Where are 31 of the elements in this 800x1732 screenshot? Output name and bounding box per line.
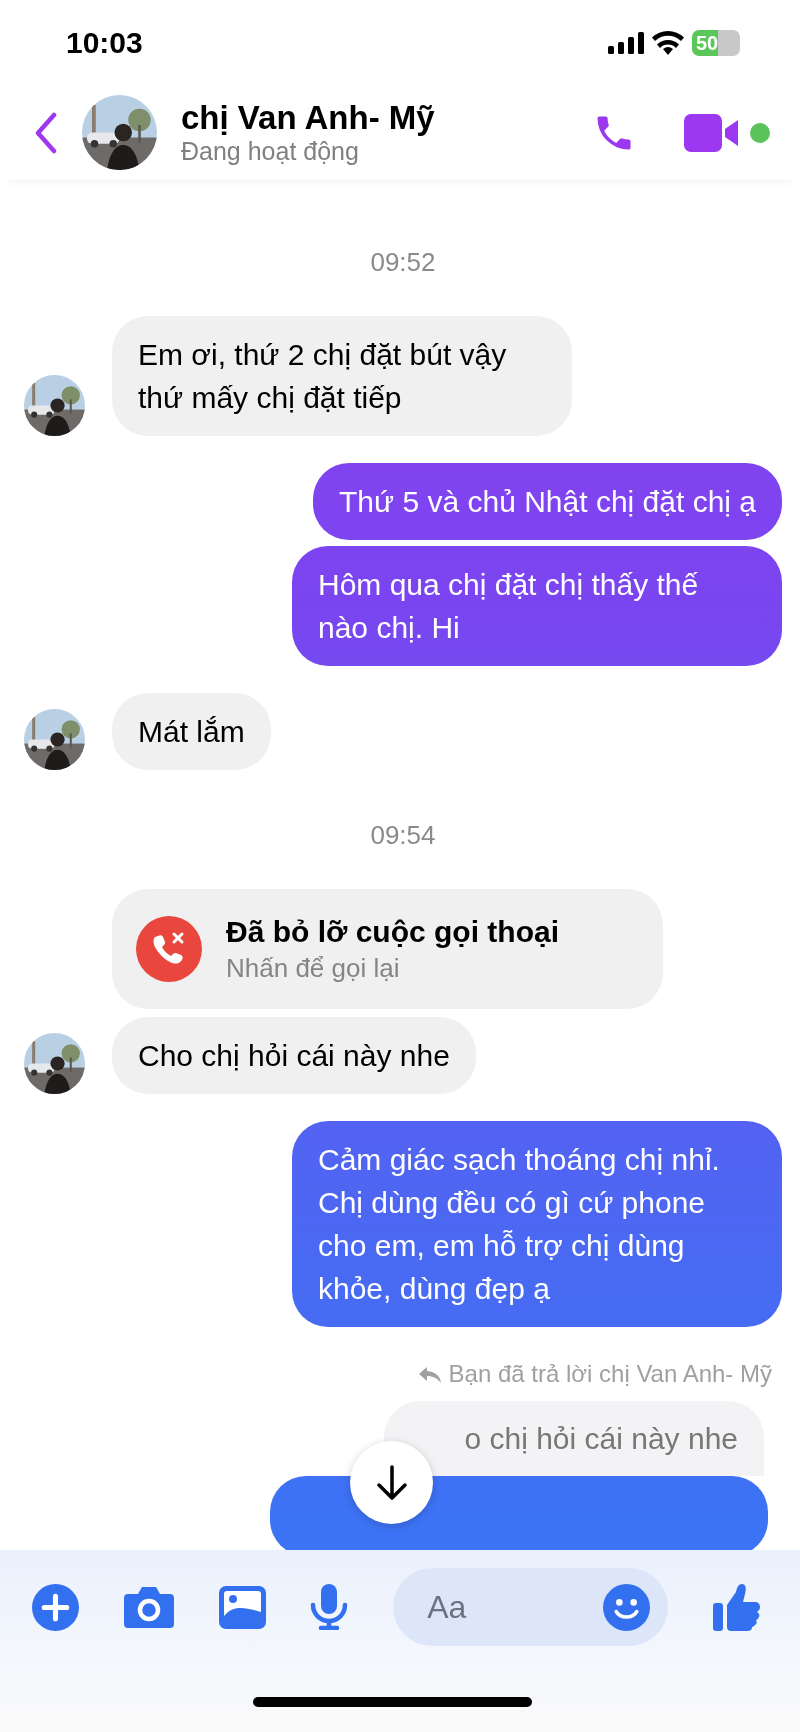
message-bubble: Thứ 5 và chủ Nhật chị đặt chị ạ: [313, 463, 782, 540]
battery-indicator: 50: [692, 29, 740, 56]
call-subtitle: Nhấn để gọi lại: [226, 952, 401, 985]
add-button[interactable]: [32, 1583, 79, 1631]
missed-call-icon: [136, 916, 202, 982]
message-bubble: Mát lắm: [112, 693, 271, 770]
missed-call-card[interactable]: Đã bỏ lỡ cuộc gọi thoại Nhấn để gọi lại: [112, 889, 663, 1009]
message-input[interactable]: Aa: [425, 1582, 586, 1632]
wifi-icon: [652, 30, 684, 55]
image-button[interactable]: [218, 1585, 266, 1629]
timestamp: 09:54: [370, 820, 436, 850]
message-bubble: Cho chị hỏi cái này nhe: [112, 1017, 476, 1094]
arrow-down-icon: [374, 1463, 409, 1502]
timestamp: 09:52: [370, 247, 436, 277]
emoji-icon[interactable]: [603, 1583, 651, 1631]
microphone-button[interactable]: [310, 1584, 349, 1630]
like-button[interactable]: [713, 1583, 760, 1631]
reply-note: Bạn đã trả lời chị Van Anh- Mỹ: [418, 1360, 772, 1387]
message-bubble: Hôm qua chị đặt chị thấy thế nào chị. Hi: [292, 546, 782, 666]
camera-button[interactable]: [123, 1586, 174, 1628]
message-bubble: Em ơi, thứ 2 chị đặt bút vậy thứ mấy chị đặt tiếp: [112, 316, 572, 436]
call-title: Đã bỏ lỡ cuộc gọi thoại: [226, 914, 559, 950]
status-time: 10:03: [66, 25, 143, 61]
active-status: Đang hoạt động: [181, 136, 360, 167]
contact-name: chị Van Anh- Mỹ: [181, 98, 436, 137]
signal-icon: [608, 31, 644, 54]
message-field[interactable]: Aa: [393, 1568, 669, 1646]
message-bubble: Cảm giác sạch thoáng chị nhỉ. Chị dùng đều có gì cứ phone cho em, em hỗ trợ chị dùng khỏe, dùng đẹp ạ: [292, 1121, 782, 1327]
quoted-message: o chị hỏi cái này nhe: [384, 1401, 764, 1476]
back-button[interactable]: [34, 111, 58, 154]
reply-icon: [418, 1367, 441, 1383]
